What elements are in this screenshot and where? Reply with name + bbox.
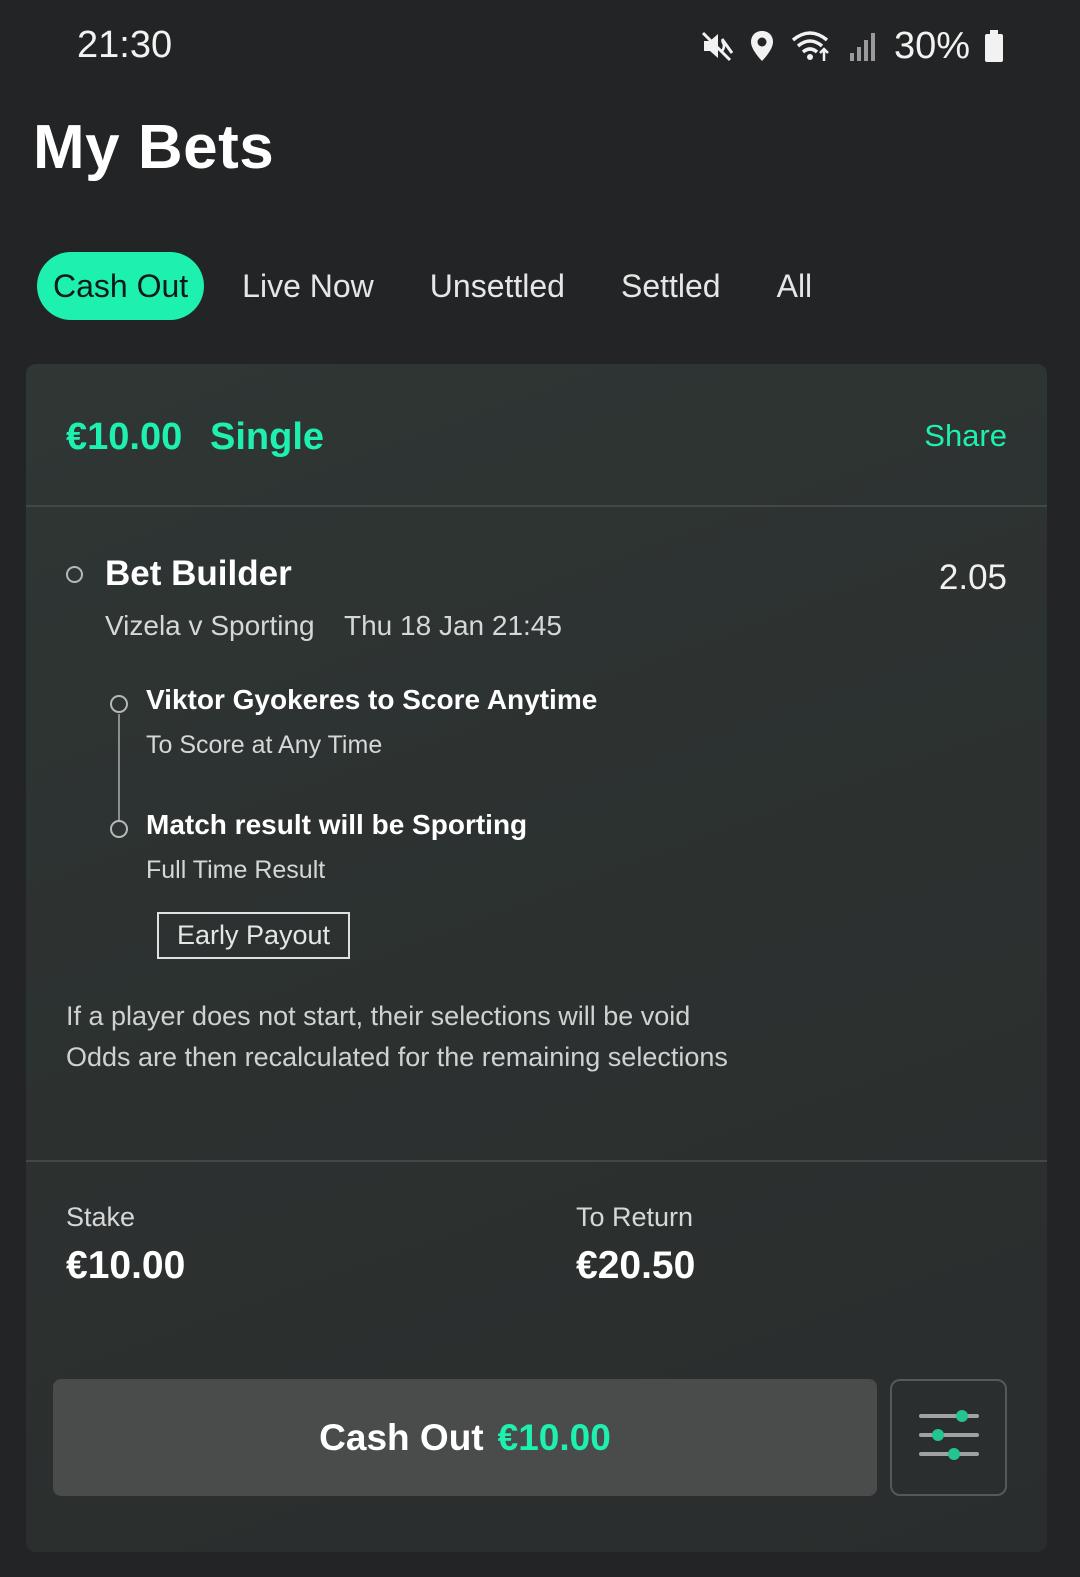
- bet-type: Single: [210, 416, 325, 458]
- status-bar: 21:30 30%: [0, 0, 1080, 92]
- status-time: 21:30: [77, 24, 173, 66]
- cash-out-amount: €10.00: [497, 1416, 611, 1458]
- cash-out-button[interactable]: Cash Out €10.00: [53, 1379, 877, 1496]
- tab-unsettled[interactable]: Unsettled: [430, 252, 565, 320]
- tab-settled[interactable]: Settled: [621, 252, 721, 320]
- status-icons: 30%: [700, 22, 1004, 70]
- leg-status-indicator: [110, 695, 128, 713]
- leg-market: Full Time Result: [146, 856, 326, 884]
- early-payout-badge[interactable]: Early Payout: [157, 912, 350, 959]
- to-return-label: To Return: [576, 1202, 694, 1232]
- tab-cash-out[interactable]: Cash Out: [37, 252, 205, 320]
- selection-title: Bet Builder: [105, 554, 292, 593]
- info-text: If a player does not start, their select…: [66, 1001, 691, 1031]
- wifi-icon: [790, 29, 834, 63]
- event-name[interactable]: Vizela v Sporting: [105, 610, 315, 642]
- selection-status-indicator: [66, 566, 83, 583]
- info-text: Odds are then recalculated for the remai…: [66, 1042, 728, 1072]
- to-return-value: €20.50: [576, 1244, 696, 1287]
- page-title: My Bets: [33, 113, 275, 182]
- bet-card: €10.00 Single Share Bet Builder 2.05 Viz…: [26, 364, 1047, 1552]
- battery-icon: [984, 29, 1004, 63]
- legs-connector-line: [118, 714, 120, 828]
- sliders-icon: [918, 1410, 979, 1465]
- tab-live-now[interactable]: Live Now: [242, 252, 374, 320]
- stake-value: €10.00: [66, 1244, 186, 1287]
- stake-label: Stake: [66, 1202, 136, 1232]
- partial-cash-out-button[interactable]: [890, 1379, 1007, 1496]
- bet-card-header: €10.00 Single Share: [26, 364, 1047, 507]
- share-button[interactable]: Share: [924, 418, 1007, 454]
- leg-title: Match result will be Sporting: [146, 809, 528, 840]
- selection-odds: 2.05: [938, 558, 1007, 597]
- cash-out-label: Cash Out: [319, 1416, 484, 1458]
- tab-all[interactable]: All: [777, 252, 813, 320]
- battery-percentage: 30%: [893, 24, 970, 67]
- signal-icon: [848, 29, 878, 63]
- leg-status-indicator: [110, 820, 128, 838]
- event-date: Thu 18 Jan 21:45: [344, 610, 562, 641]
- bet-amount: €10.00: [66, 416, 183, 458]
- my-bets-screen: 21:30 30% My Bets Cash Out Live Now Unse…: [0, 0, 1080, 1577]
- card-divider: [26, 1160, 1047, 1162]
- leg-market: To Score at Any Time: [146, 731, 383, 759]
- mute-icon: [700, 29, 734, 63]
- location-icon: [748, 29, 776, 63]
- bets-tabs: Cash Out Live Now Unsettled Settled All: [37, 252, 868, 320]
- leg-title: Viktor Gyokeres to Score Anytime: [146, 684, 598, 715]
